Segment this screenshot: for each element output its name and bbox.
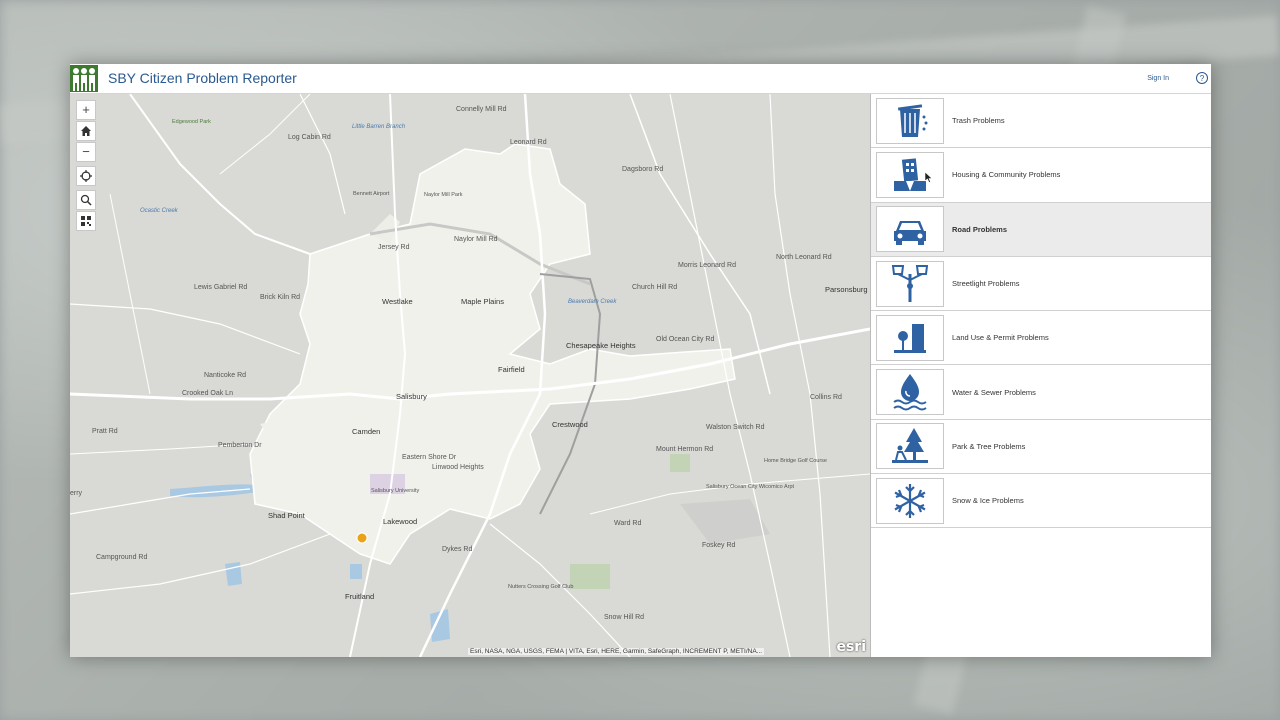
map-label: Chesapeake Heights	[566, 341, 636, 350]
category-trash[interactable]: Trash Problems	[871, 94, 1211, 149]
streetlight-icon	[876, 260, 944, 307]
category-housing[interactable]: Housing & Community Problems	[871, 148, 1211, 203]
map-attribution[interactable]: Esri, NASA, NGA, USGS, FEMA | VITA, Esri…	[468, 648, 765, 655]
map-label: Salisbury University	[371, 488, 420, 494]
road-label: Crooked Oak Ln	[182, 390, 233, 397]
map-view[interactable]: + − Westlake Maple Plains Chesapeake Hei…	[70, 94, 870, 657]
road-label: North Leonard Rd	[776, 254, 832, 261]
map-label: Naylor Mill Park	[424, 192, 463, 198]
road-label: Log Cabin Rd	[288, 134, 331, 141]
category-streetlight[interactable]: Streetlight Problems	[871, 256, 1211, 312]
locate-button[interactable]	[76, 166, 96, 186]
map-basemap	[70, 94, 870, 657]
category-land-use[interactable]: Land Use & Permit Problems	[871, 311, 1211, 366]
car-icon	[876, 206, 944, 253]
road-label: Foskey Rd	[702, 542, 736, 549]
road-label: Nanticoke Rd	[204, 372, 247, 379]
map-label: Beaverdam Creek	[568, 299, 617, 305]
snowflake-icon	[876, 477, 944, 524]
search-icon	[80, 194, 92, 206]
road-label: Connelly Mill Rd	[456, 106, 507, 113]
road-label: Dykes Rd	[442, 546, 473, 553]
category-label: Park & Tree Problems	[952, 441, 1026, 451]
road-label: Jersey Rd	[378, 244, 410, 251]
people-logo-icon	[70, 65, 98, 92]
water-drop-icon	[876, 369, 944, 416]
trash-can-icon	[876, 97, 944, 144]
map-label: Westlake	[382, 297, 413, 306]
road-label: Collins Rd	[810, 394, 842, 401]
category-snow-ice[interactable]: Snow & Ice Problems	[871, 474, 1211, 529]
search-button[interactable]	[76, 190, 96, 210]
app-window: SBY Citizen Problem Reporter Sign In ? +…	[70, 64, 1211, 657]
qr-code-icon	[81, 216, 91, 226]
map-label: Crestwood	[552, 420, 588, 429]
category-label: Housing & Community Problems	[952, 170, 1061, 180]
map-label: Nutters Crossing Golf Club	[508, 584, 574, 590]
road-label: Pratt Rd	[92, 428, 118, 435]
app-title: SBY Citizen Problem Reporter	[108, 70, 297, 86]
road-label: Mount Hermon Rd	[656, 446, 714, 453]
category-road[interactable]: Road Problems	[871, 202, 1211, 257]
map-toolbar: + −	[76, 100, 96, 232]
road-label: Morris Leonard Rd	[678, 262, 736, 269]
road-label: Pemberton Dr	[218, 442, 262, 449]
map-label: Bennett Airport	[353, 191, 390, 197]
zoom-in-button[interactable]: +	[76, 100, 96, 120]
road-label: Brick Kiln Rd	[260, 294, 301, 301]
map-label: Parsonsburg	[825, 285, 868, 294]
category-label: Road Problems	[952, 224, 1008, 234]
category-water-sewer[interactable]: Water & Sewer Problems	[871, 365, 1211, 420]
problem-categories-panel: Trash Problems Housing & Community Probl…	[870, 94, 1211, 657]
map-label: Ocastic Creek	[140, 208, 178, 214]
road-label: Old Ocean City Rd	[656, 336, 715, 343]
road-label: Snow Hill Rd	[604, 614, 645, 621]
qr-code-button[interactable]	[76, 211, 96, 231]
category-park-tree[interactable]: Park & Tree Problems	[871, 419, 1211, 475]
road-label: erry	[70, 490, 83, 497]
road-label: Dagsboro Rd	[622, 166, 664, 173]
land-use-icon	[876, 314, 944, 361]
help-icon[interactable]: ?	[1196, 72, 1208, 84]
zoom-out-button[interactable]: −	[76, 142, 96, 162]
category-label: Land Use & Permit Problems	[952, 333, 1049, 343]
map-label: Fairfield	[498, 365, 525, 374]
tree-icon	[876, 423, 944, 470]
map-label: Fruitland	[345, 592, 375, 601]
home-button[interactable]	[76, 121, 96, 141]
map-label: Home Bridge Golf Course	[764, 458, 827, 464]
category-label: Streetlight Problems	[952, 279, 1020, 289]
locate-icon	[80, 170, 92, 182]
category-label: Snow & Ice Problems	[952, 496, 1024, 506]
sign-in-link[interactable]: Sign In	[1147, 75, 1169, 82]
map-label: Maple Plains	[461, 297, 504, 306]
map-label: Salisbury	[396, 392, 427, 401]
map-label: Lakewood	[383, 517, 418, 526]
mouse-cursor-icon	[925, 172, 933, 183]
road-label: Eastern Shore Dr	[402, 454, 457, 461]
category-label: Trash Problems	[952, 116, 1005, 126]
road-label: Campground Rd	[96, 554, 148, 561]
esri-logo: esri	[836, 639, 866, 655]
road-label: Naylor Mill Rd	[454, 236, 498, 243]
road-label: Church Hill Rd	[632, 284, 678, 291]
road-label: Leonard Rd	[510, 139, 547, 146]
map-label: Edgewood Park	[172, 119, 211, 125]
home-icon	[81, 126, 91, 136]
road-label: Lewis Gabriel Rd	[194, 284, 248, 291]
map-label: Shad Point	[268, 511, 305, 520]
building-icon	[876, 151, 944, 198]
category-label: Water & Sewer Problems	[952, 387, 1036, 397]
map-label: Camden	[352, 427, 381, 436]
map-label: Salisbury Ocean City Wicomico Arpt	[706, 484, 795, 490]
app-header: SBY Citizen Problem Reporter Sign In ?	[70, 64, 1211, 94]
map-label: Linwood Heights	[432, 464, 484, 471]
road-label: Ward Rd	[614, 520, 642, 527]
road-label: Walston Switch Rd	[706, 424, 765, 431]
map-label: Little Barren Branch	[352, 124, 406, 130]
